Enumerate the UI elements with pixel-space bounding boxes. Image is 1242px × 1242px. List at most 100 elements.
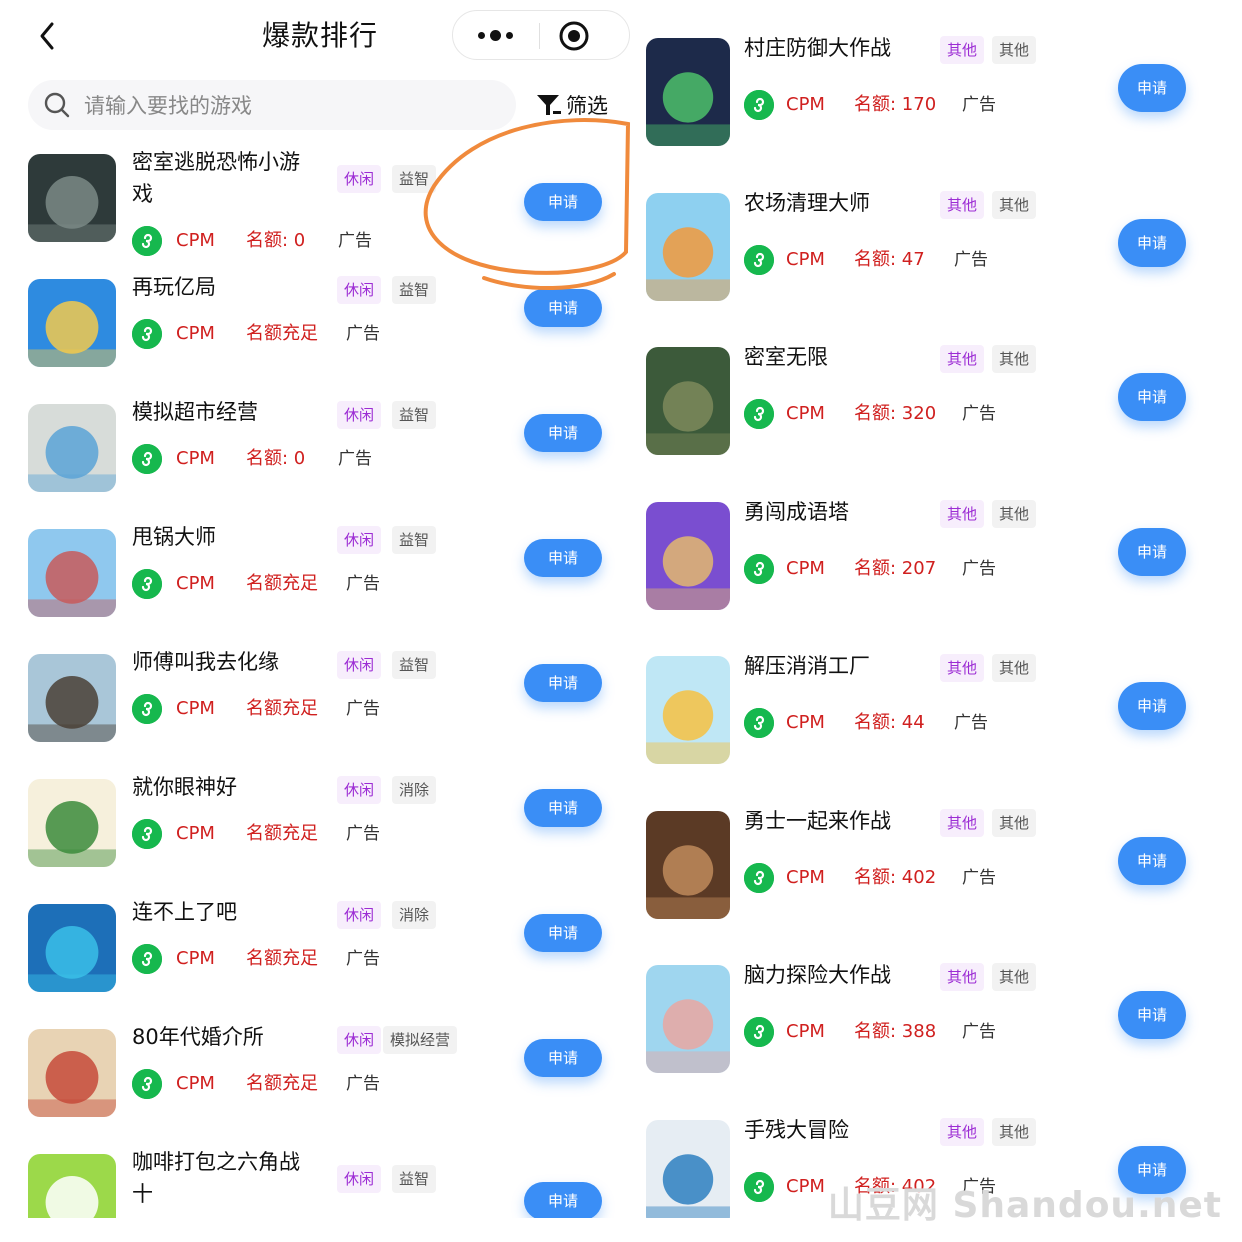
mini-program-icon	[132, 694, 162, 724]
ad-label: 广告	[962, 867, 996, 888]
quota-label: 名额充足	[246, 698, 318, 719]
game-name: 甩锅大师	[132, 525, 216, 549]
subcategory-tag: 其他	[992, 36, 1037, 64]
subcategory-tag: 其他	[992, 654, 1037, 682]
subcategory-tag: 益智	[392, 276, 437, 304]
apply-button[interactable]: 申请	[524, 183, 602, 221]
category-tag: 其他	[940, 499, 985, 528]
apply-button[interactable]: 申请	[1118, 682, 1186, 730]
quota-label: 名额充足	[246, 823, 318, 844]
quota-label: 名额: 207	[854, 557, 937, 579]
apply-button[interactable]: 申请	[524, 664, 602, 702]
game-thumbnail	[28, 779, 116, 867]
mini-program-icon	[132, 1069, 162, 1099]
game-thumbnail	[646, 38, 730, 146]
ad-label: 广告	[962, 558, 996, 579]
ad-label: 广告	[954, 249, 988, 270]
search-input[interactable]: 请输入要找的游戏	[28, 80, 516, 130]
game-thumbnail	[646, 192, 730, 301]
cpm-label: CPM	[176, 823, 215, 844]
ad-label: 广告	[954, 713, 988, 733]
apply-button[interactable]: 申请	[524, 789, 602, 827]
game-thumbnail	[646, 656, 730, 764]
subcategory-tag: 模拟经营	[383, 1026, 458, 1054]
game-row: 密室逃脱恐怖小游戏 休闲 益智 CPM 名额: 0 广告 申请	[0, 150, 632, 260]
game-name: 就你眼神好	[132, 775, 237, 799]
game-name: 密室无限	[744, 345, 828, 369]
quota-label: 名额: 320	[854, 403, 937, 424]
apply-button[interactable]: 申请	[524, 289, 602, 327]
game-name: 脑力探险大作战	[744, 963, 891, 987]
cpm-label: CPM	[786, 1175, 825, 1197]
mini-program-icon	[132, 944, 162, 974]
filter-button[interactable]: 筛选	[534, 88, 608, 122]
category-tag: 其他	[940, 36, 985, 64]
game-thumbnail	[646, 810, 730, 919]
apply-button[interactable]: 申请	[1118, 836, 1186, 885]
quota-label: 名额充足	[246, 1073, 318, 1094]
mini-program-icon	[132, 319, 162, 349]
search-placeholder: 请输入要找的游戏	[84, 94, 252, 118]
category-tag: 休闲	[337, 526, 382, 554]
apply-button[interactable]: 申请	[524, 1039, 602, 1077]
cpm-label: CPM	[786, 1021, 825, 1042]
subcategory-tag: 消除	[392, 901, 437, 929]
game-name: 勇士一起来作战	[744, 808, 891, 833]
apply-button[interactable]: 申请	[1118, 218, 1186, 267]
mini-program-icon	[744, 1017, 774, 1047]
game-name: 村庄防御大作战	[744, 36, 891, 60]
cpm-label: CPM	[786, 557, 825, 579]
quota-label: 名额: 0	[246, 230, 306, 251]
ad-label: 广告	[962, 404, 996, 424]
game-row: 村庄防御大作战 其他 其他 CPM 名额: 170 广告 申请	[632, 36, 1242, 166]
quota-label: 名额: 44	[854, 712, 925, 733]
category-tag: 休闲	[337, 901, 382, 929]
mini-program-icon	[132, 444, 162, 474]
game-thumbnail	[646, 347, 730, 455]
game-row: 80年代婚介所 休闲 模拟经营 CPM 名额充足 广告 申请	[0, 1025, 632, 1135]
game-thumbnail	[28, 654, 116, 742]
back-arrow-icon[interactable]	[34, 18, 62, 54]
quota-label: 名额: 47	[854, 248, 925, 270]
nav-bar: 爆款排行	[0, 0, 632, 72]
apply-button[interactable]: 申请	[1118, 64, 1186, 112]
game-name-line2: 戏	[132, 182, 153, 206]
watermark: 山豆网 Shandou.net	[827, 1185, 1222, 1226]
subcategory-tag: 益智	[392, 401, 437, 429]
game-name-line2: 十	[132, 1182, 153, 1206]
game-name: 连不上了吧	[132, 900, 237, 924]
game-thumbnail	[28, 529, 116, 617]
game-row: 勇闯成语塔 其他 其他 CPM 名额: 207 广告 申请	[632, 499, 1242, 630]
close-target-icon[interactable]	[557, 19, 591, 53]
apply-button[interactable]: 申请	[524, 539, 602, 577]
cpm-label: CPM	[786, 403, 825, 424]
apply-button[interactable]: 申请	[524, 414, 602, 452]
category-tag: 其他	[940, 345, 985, 373]
apply-button[interactable]: 申请	[524, 1182, 602, 1218]
quota-label: 名额充足	[246, 323, 318, 344]
apply-button[interactable]: 申请	[1118, 991, 1186, 1039]
game-thumbnail	[28, 154, 116, 242]
apply-button[interactable]: 申请	[1118, 527, 1186, 576]
subcategory-tag: 益智	[392, 651, 437, 679]
cpm-label: CPM	[176, 323, 215, 344]
mini-program-icon	[132, 569, 162, 599]
game-thumbnail	[28, 1154, 116, 1218]
cpm-label: CPM	[176, 948, 215, 969]
more-menu-icon[interactable]	[453, 11, 537, 59]
apply-button[interactable]: 申请	[524, 914, 602, 952]
subcategory-tag: 其他	[992, 345, 1037, 373]
game-row: 咖啡打包之六角战十 休闲 益智 申请	[0, 1150, 632, 1218]
game-row: 再玩亿局 休闲 益智 CPM 名额充足 广告 申请	[0, 275, 632, 385]
quota-label: 名额充足	[246, 573, 318, 594]
game-name: 80年代婚介所	[132, 1025, 264, 1049]
quota-label: 名额充足	[246, 948, 318, 969]
apply-button[interactable]: 申请	[1118, 373, 1186, 421]
mini-program-capsule	[452, 10, 630, 60]
game-name: 咖啡打包之六角战	[132, 1150, 300, 1174]
ad-label: 广告	[338, 449, 372, 469]
subcategory-tag: 其他	[992, 808, 1037, 837]
category-tag: 休闲	[337, 651, 382, 679]
subcategory-tag: 益智	[392, 165, 437, 193]
game-row: 解压消消工厂 其他 其他 CPM 名额: 44 广告 申请	[632, 654, 1242, 784]
